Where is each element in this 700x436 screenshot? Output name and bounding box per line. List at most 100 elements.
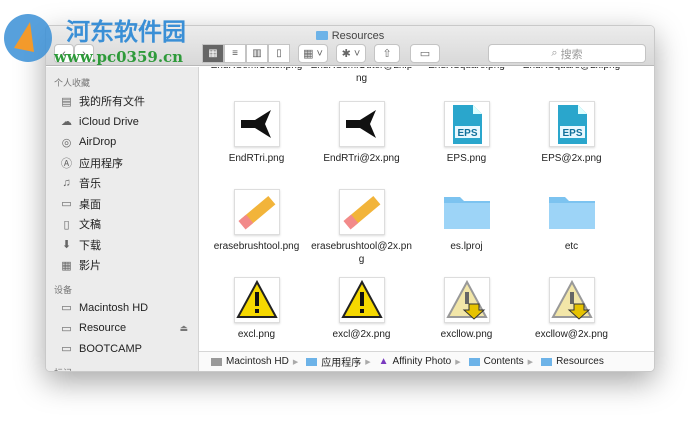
sidebar-item[interactable]: ▭ BOOTCAMP: [46, 339, 198, 360]
folder-icon: [468, 357, 480, 366]
path-segment[interactable]: Contents: [484, 356, 524, 367]
file-item[interactable]: excllow@2x.png: [519, 277, 624, 341]
file-name: erasebrushtool@2x.png: [311, 241, 412, 265]
file-name: EndRTri.png: [228, 153, 285, 164]
tag-button[interactable]: ▭: [410, 44, 440, 63]
path-segment[interactable]: Macintosh HD: [226, 356, 289, 367]
sidebar-item-label: 音乐: [79, 178, 101, 191]
sidebar-item[interactable]: Ⓐ 应用程序: [46, 153, 198, 174]
list-view-button[interactable]: ≡: [224, 44, 246, 63]
file-name: EPS.png: [446, 153, 487, 164]
file-item[interactable]: excl.png: [204, 277, 309, 341]
tri-thumbnail-icon: [338, 101, 385, 147]
file-item[interactable]: EndRSemiOuter@2x.png: [309, 67, 414, 85]
path-separator-icon: ▶: [365, 358, 371, 366]
watermark-logo-icon: [4, 14, 52, 62]
svg-text:EPS: EPS: [457, 128, 477, 139]
desktop-icon: ▭: [61, 198, 72, 211]
sidebar-item[interactable]: ▭ 桌面: [46, 194, 198, 215]
file-name: excllow.png: [440, 329, 493, 340]
downloads-icon: ⬇: [61, 239, 72, 252]
movies-icon: ▦: [61, 259, 72, 272]
eject-icon[interactable]: ⏏: [179, 323, 188, 334]
file-name: EndRTri@2x.png: [323, 153, 400, 164]
path-segment[interactable]: Resources: [556, 356, 604, 367]
sidebar-item[interactable]: ◎ AirDrop: [46, 132, 198, 153]
eraser-thumbnail-icon: [233, 189, 280, 235]
folder-icon: [315, 31, 328, 40]
file-item[interactable]: erasebrushtool.png: [204, 189, 309, 253]
file-name: excl@2x.png: [332, 329, 391, 340]
file-item[interactable]: EndRSemiOuter.png: [204, 67, 309, 72]
sidebar-item[interactable]: ▤ 我的所有文件: [46, 91, 198, 112]
file-name: EndRSquare.png: [414, 67, 519, 72]
warn-thumbnail-icon: [233, 277, 280, 323]
sidebar-item-label: 文稿: [79, 219, 101, 232]
file-name: EPS@2x.png: [541, 153, 602, 164]
sidebar-item[interactable]: ▯ 文稿: [46, 214, 198, 235]
share-button[interactable]: ⇧: [374, 44, 400, 63]
sidebar-item[interactable]: ⬇ 下载: [46, 235, 198, 256]
sidebar-item[interactable]: ▭ Resource ⏏: [46, 318, 198, 339]
sidebar-item-label: 桌面: [79, 198, 101, 211]
file-name: excl.png: [237, 329, 276, 340]
sidebar-item-label: BOOTCAMP: [79, 342, 142, 355]
window-title-text: Resources: [331, 30, 385, 42]
sidebar-item[interactable]: ▦ 影片: [46, 255, 198, 276]
warn-thumbnail-icon: [338, 277, 385, 323]
sidebar-item-label: Resource: [79, 322, 127, 335]
disk-icon: ▭: [61, 322, 72, 335]
file-name: excllow@2x.png: [535, 329, 608, 340]
sidebar-item-label: AirDrop: [79, 136, 117, 149]
path-segment[interactable]: 应用程序: [321, 354, 361, 369]
airdrop-icon: ◎: [61, 136, 72, 149]
search-icon: ⌕: [551, 47, 561, 59]
sidebar-section-header: 设备: [54, 284, 73, 295]
column-view-button[interactable]: ▥: [246, 44, 268, 63]
svg-text:EPS: EPS: [562, 128, 582, 139]
sidebar-item-label: Macintosh HD: [79, 301, 149, 314]
file-item[interactable]: EndRTri.png: [204, 101, 309, 165]
disk-icon: [211, 357, 222, 366]
file-item[interactable]: erasebrushtool@2x.png: [309, 189, 414, 266]
folder-icon: [541, 357, 553, 366]
action-gear-button[interactable]: ✱ ˅: [336, 44, 366, 63]
sidebar-item[interactable]: ☁ iCloud Drive: [46, 112, 198, 133]
cloud-icon: ☁: [61, 116, 72, 129]
tri-thumbnail-icon: [233, 101, 280, 147]
eps-thumbnail-icon: EPS: [443, 101, 490, 147]
file-item[interactable]: EPS EPS@2x.png: [519, 101, 624, 165]
sidebar-item-label: 影片: [79, 260, 101, 273]
folder-icon: [442, 189, 492, 235]
file-grid: EndRSemiOuter.pngEndRSemiOuter@2x.pngEnd…: [199, 67, 654, 351]
sidebar-item-label: 我的所有文件: [79, 96, 145, 109]
file-item[interactable]: excl@2x.png: [309, 277, 414, 341]
sidebar-item[interactable]: ♫ 音乐: [46, 173, 198, 194]
file-item[interactable]: EndRSquare@2x.png: [519, 67, 624, 72]
path-bar: Macintosh HD ▶ 应用程序 ▶ ▲ Affinity Photo ▶ Conten…: [199, 351, 654, 371]
watermark-title: 河东软件园: [66, 17, 186, 46]
path-segment[interactable]: Affinity Photo: [393, 356, 452, 367]
folder-icon: [547, 189, 597, 235]
sidebar: 个人收藏 ▤ 我的所有文件 ☁ iCloud Drive ◎ AirDrop Ⓐ 应用程序 ♫ 音乐…: [46, 67, 199, 371]
file-item[interactable]: excllow.png: [414, 277, 519, 341]
warnlow-thumbnail-icon: [548, 277, 595, 323]
file-item[interactable]: etc: [519, 189, 624, 253]
file-item[interactable]: EndRTri@2x.png: [309, 101, 414, 165]
affinity-photo-icon: ▲: [378, 356, 389, 367]
file-item[interactable]: es.lproj: [414, 189, 519, 253]
view-mode-control[interactable]: ▦ ≡ ▥ ▯: [202, 44, 290, 63]
sidebar-item[interactable]: ▭ Macintosh HD: [46, 298, 198, 319]
all-files-icon: ▤: [61, 95, 72, 108]
watermark: 河东软件园 www.pc0359.cn: [0, 8, 210, 68]
disk-icon: ▭: [61, 343, 72, 356]
coverflow-view-button[interactable]: ▯: [268, 44, 290, 63]
arrange-button[interactable]: ▦ ˅: [298, 44, 328, 63]
file-name: erasebrushtool.png: [213, 241, 300, 252]
file-item[interactable]: EndRSquare.png: [414, 67, 519, 72]
path-separator-icon: ▶: [455, 358, 461, 366]
applications-icon: Ⓐ: [61, 157, 72, 170]
file-item[interactable]: EPS EPS.png: [414, 101, 519, 165]
file-name: es.lproj: [450, 241, 483, 252]
search-input[interactable]: ⌕ 搜索: [488, 44, 646, 63]
